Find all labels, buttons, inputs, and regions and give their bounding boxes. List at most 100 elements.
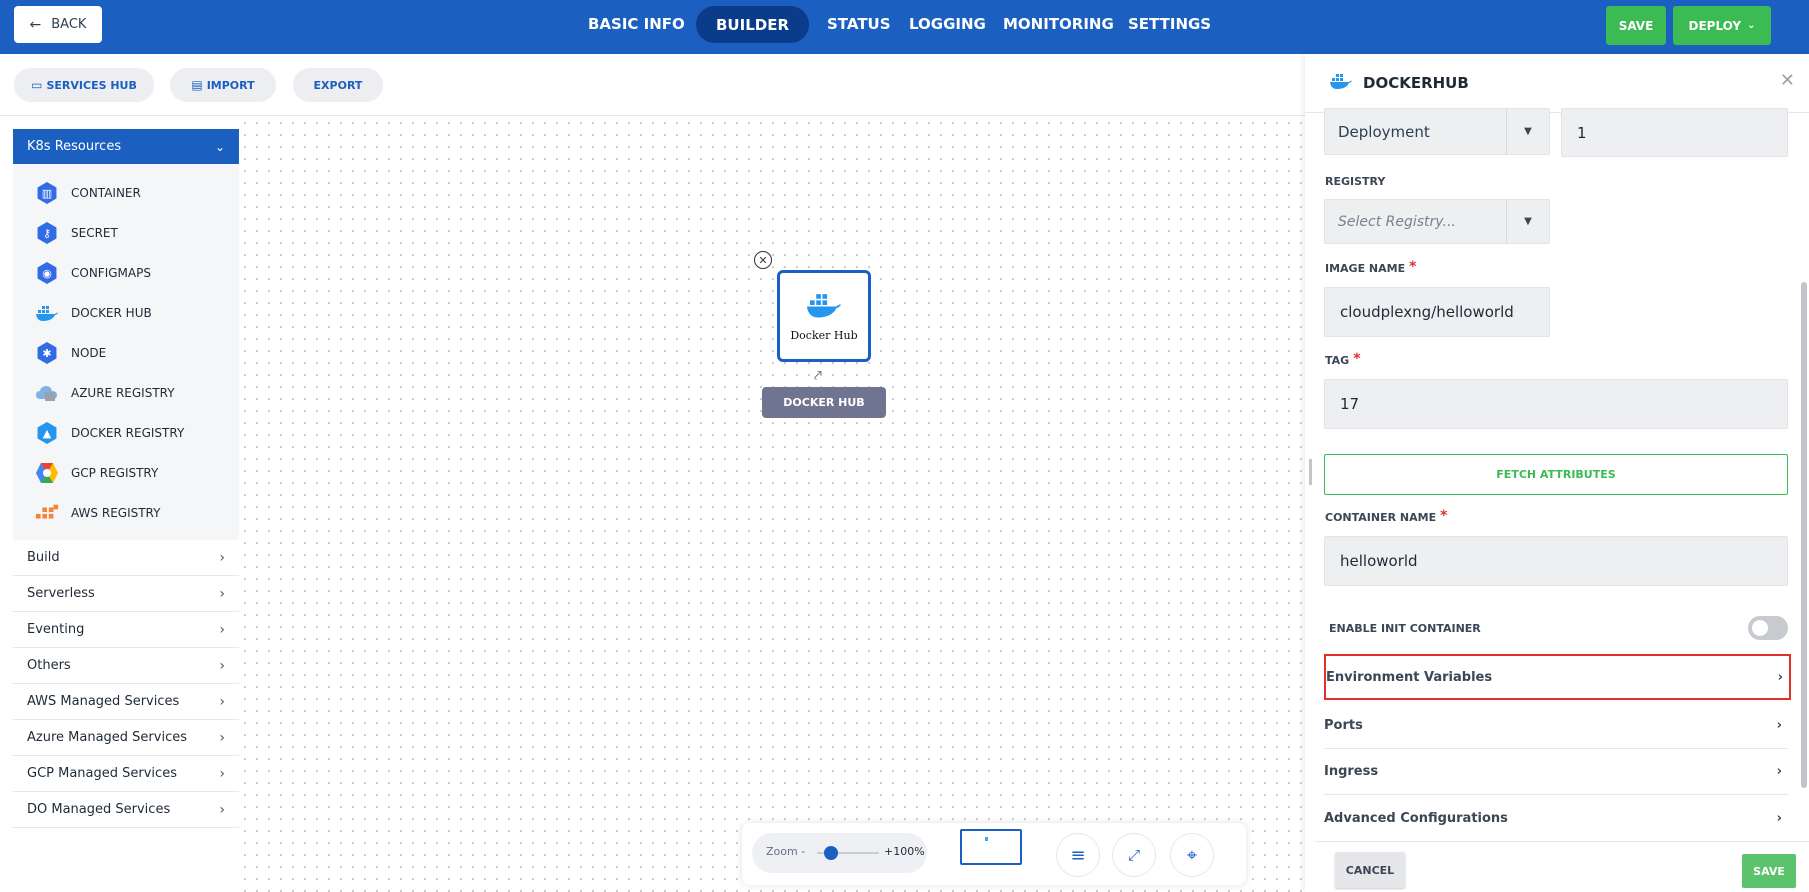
chevron-right-icon: ›: [1777, 669, 1783, 685]
fit-screen-button[interactable]: ⤢: [1112, 833, 1156, 877]
docker-icon: [1329, 72, 1353, 94]
chevron-right-icon: ›: [219, 729, 225, 746]
docker-registry-icon: ▲: [35, 421, 59, 445]
category-label: Others: [27, 658, 71, 673]
import-button[interactable]: ▤ IMPORT: [170, 68, 276, 102]
category-build[interactable]: Build ›: [13, 540, 239, 576]
deploy-button[interactable]: DEPLOY ⌄: [1673, 6, 1771, 45]
chevron-right-icon: ›: [219, 693, 225, 710]
section-ingress[interactable]: Ingress ›: [1324, 749, 1788, 795]
resource-node[interactable]: ✱ NODE: [35, 339, 106, 367]
chevron-right-icon: ›: [1776, 718, 1782, 733]
link-icon[interactable]: ⤤: [814, 368, 822, 384]
resource-configmaps[interactable]: ◉ CONFIGMAPS: [35, 259, 151, 287]
builder-canvas[interactable]: [239, 117, 1305, 892]
recenter-button[interactable]: ⌖: [1170, 833, 1214, 877]
nav-settings[interactable]: SETTINGS: [1128, 0, 1211, 48]
close-icon: ✕: [758, 253, 768, 267]
cancel-button[interactable]: CANCEL: [1335, 852, 1405, 888]
resource-sidebar: K8s Resources ⌄ ▥ CONTAINER ⚷ SECRET ◉ C…: [13, 129, 239, 892]
resource-label: CONFIGMAPS: [71, 266, 151, 280]
docker-icon: [35, 301, 59, 325]
resource-container[interactable]: ▥ CONTAINER: [35, 179, 141, 207]
panel-resize-handle[interactable]: [1309, 459, 1312, 485]
zoom-slider-handle[interactable]: [824, 846, 838, 860]
category-label: Eventing: [27, 622, 85, 637]
back-label: BACK: [51, 17, 87, 32]
registry-placeholder: Select Registry...: [1338, 213, 1456, 230]
resource-docker-hub[interactable]: DOCKER HUB: [35, 299, 152, 327]
deploy-label: DEPLOY: [1688, 18, 1742, 33]
init-container-toggle[interactable]: [1748, 616, 1788, 640]
node-remove-button[interactable]: ✕: [754, 251, 772, 269]
category-eventing[interactable]: Eventing ›: [13, 612, 239, 648]
section-advanced-configurations[interactable]: Advanced Configurations ›: [1324, 795, 1788, 841]
nav-basic-info[interactable]: BASIC INFO: [588, 0, 685, 48]
import-icon: ▤: [191, 78, 203, 92]
caret-down-icon: ▼: [1506, 109, 1549, 154]
resource-label: NODE: [71, 346, 107, 360]
resource-aws-registry[interactable]: AWS REGISTRY: [35, 499, 160, 527]
zoom-value: +100%: [884, 845, 925, 858]
k8s-resources-header[interactable]: K8s Resources ⌄: [13, 129, 239, 164]
image-name-input[interactable]: cloudplexng/helloworld: [1324, 287, 1550, 337]
fetch-attributes-button[interactable]: FETCH ATTRIBUTES: [1324, 454, 1788, 495]
nav-builder[interactable]: BUILDER: [696, 6, 810, 43]
category-others[interactable]: Others ›: [13, 648, 239, 684]
category-label: DO Managed Services: [27, 802, 171, 817]
container-icon: ▥: [35, 181, 59, 205]
resource-gcp-registry[interactable]: GCP REGISTRY: [35, 459, 158, 487]
back-button[interactable]: ← BACK: [14, 6, 102, 43]
chevron-right-icon: ›: [219, 801, 225, 818]
close-icon[interactable]: ✕: [1780, 70, 1795, 91]
category-aws-managed-services[interactable]: AWS Managed Services ›: [13, 684, 239, 720]
panel-save-button[interactable]: SAVE: [1742, 854, 1796, 888]
replicas-input[interactable]: 1: [1561, 108, 1788, 157]
nav-monitoring[interactable]: MONITORING: [1003, 0, 1114, 48]
resource-label: GCP REGISTRY: [71, 466, 159, 480]
resource-azure-registry[interactable]: AZURE REGISTRY: [35, 379, 175, 407]
docker-hub-node[interactable]: Docker Hub: [777, 270, 871, 362]
category-azure-managed-services[interactable]: Azure Managed Services ›: [13, 720, 239, 756]
section-label: Ingress: [1324, 764, 1379, 779]
resource-label: AZURE REGISTRY: [71, 386, 175, 400]
nav-status[interactable]: STATUS: [827, 0, 891, 48]
export-button[interactable]: EXPORT: [293, 68, 383, 102]
tag-input[interactable]: 17: [1324, 379, 1788, 429]
properties-panel: DOCKERHUB ✕ Deployment ▼ 1 REGISTRY Sele…: [1305, 54, 1809, 892]
panel-scrollbar[interactable]: [1801, 282, 1807, 788]
category-gcp-managed-services[interactable]: GCP Managed Services ›: [13, 756, 239, 792]
category-label: Serverless: [27, 586, 95, 601]
k8s-resources-list: ▥ CONTAINER ⚷ SECRET ◉ CONFIGMAPS DOCKER…: [13, 164, 239, 540]
resource-docker-registry[interactable]: ▲ DOCKER REGISTRY: [35, 419, 184, 447]
section-environment-variables[interactable]: Environment Variables ›: [1324, 654, 1791, 700]
align-center-button[interactable]: ≡: [1056, 833, 1100, 877]
nav-logging[interactable]: LOGGING: [909, 0, 986, 48]
section-ports[interactable]: Ports ›: [1324, 703, 1788, 749]
resource-secret[interactable]: ⚷ SECRET: [35, 219, 118, 247]
panel-header: DOCKERHUB: [1329, 68, 1469, 98]
section-label: Ports: [1324, 718, 1363, 733]
inbox-icon: ▭: [31, 78, 43, 92]
canvas-controls: Zoom - +100% ≡ ⤢ ⌖: [742, 823, 1246, 885]
category-do-managed-services[interactable]: DO Managed Services ›: [13, 792, 239, 828]
registry-select[interactable]: Select Registry... ▼: [1324, 199, 1550, 244]
chevron-down-icon: ⌄: [1747, 20, 1756, 31]
header-save-button[interactable]: SAVE: [1606, 6, 1666, 45]
gcp-registry-icon: [35, 461, 59, 485]
category-label: Build: [27, 550, 60, 565]
services-hub-button[interactable]: ▭ SERVICES HUB: [14, 68, 154, 102]
panel-footer: CANCEL SAVE: [1315, 841, 1809, 892]
category-label: GCP Managed Services: [27, 766, 177, 781]
minimap[interactable]: [960, 829, 1022, 865]
container-name-input[interactable]: helloworld: [1324, 536, 1788, 586]
kind-select[interactable]: Deployment ▼: [1324, 108, 1550, 155]
resource-label: SECRET: [71, 226, 118, 240]
category-serverless[interactable]: Serverless ›: [13, 576, 239, 612]
kind-value: Deployment: [1338, 122, 1430, 141]
import-label: IMPORT: [206, 78, 255, 92]
chevron-right-icon: ›: [1776, 764, 1782, 779]
docker-icon: [805, 291, 843, 323]
resource-label: AWS REGISTRY: [71, 506, 161, 520]
chevron-right-icon: ›: [219, 765, 225, 782]
